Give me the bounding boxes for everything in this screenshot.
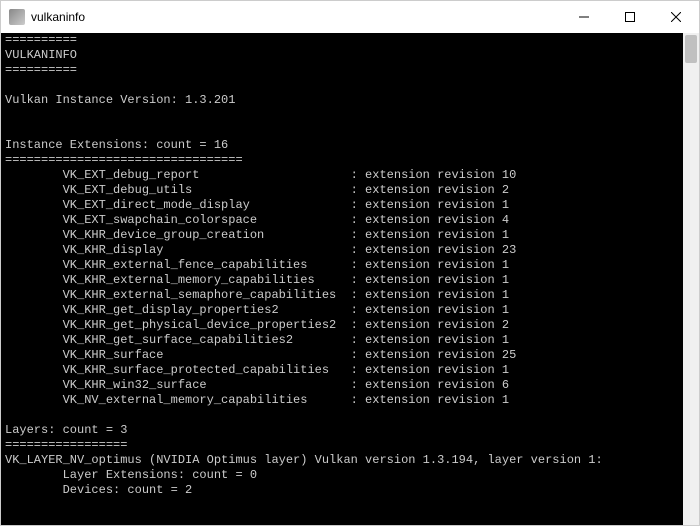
- maximize-button[interactable]: [607, 1, 653, 33]
- vulkaninfo-window: vulkaninfo ========== VULKANINFO =======…: [0, 0, 700, 526]
- window-title: vulkaninfo: [31, 10, 561, 24]
- minimize-button[interactable]: [561, 1, 607, 33]
- titlebar[interactable]: vulkaninfo: [1, 1, 699, 33]
- app-icon: [9, 9, 25, 25]
- close-button[interactable]: [653, 1, 699, 33]
- scrollbar-thumb[interactable]: [685, 35, 697, 63]
- vertical-scrollbar[interactable]: [683, 33, 699, 525]
- content-area: ========== VULKANINFO ========== Vulkan …: [1, 33, 699, 525]
- console-output[interactable]: ========== VULKANINFO ========== Vulkan …: [1, 33, 683, 525]
- window-controls: [561, 1, 699, 33]
